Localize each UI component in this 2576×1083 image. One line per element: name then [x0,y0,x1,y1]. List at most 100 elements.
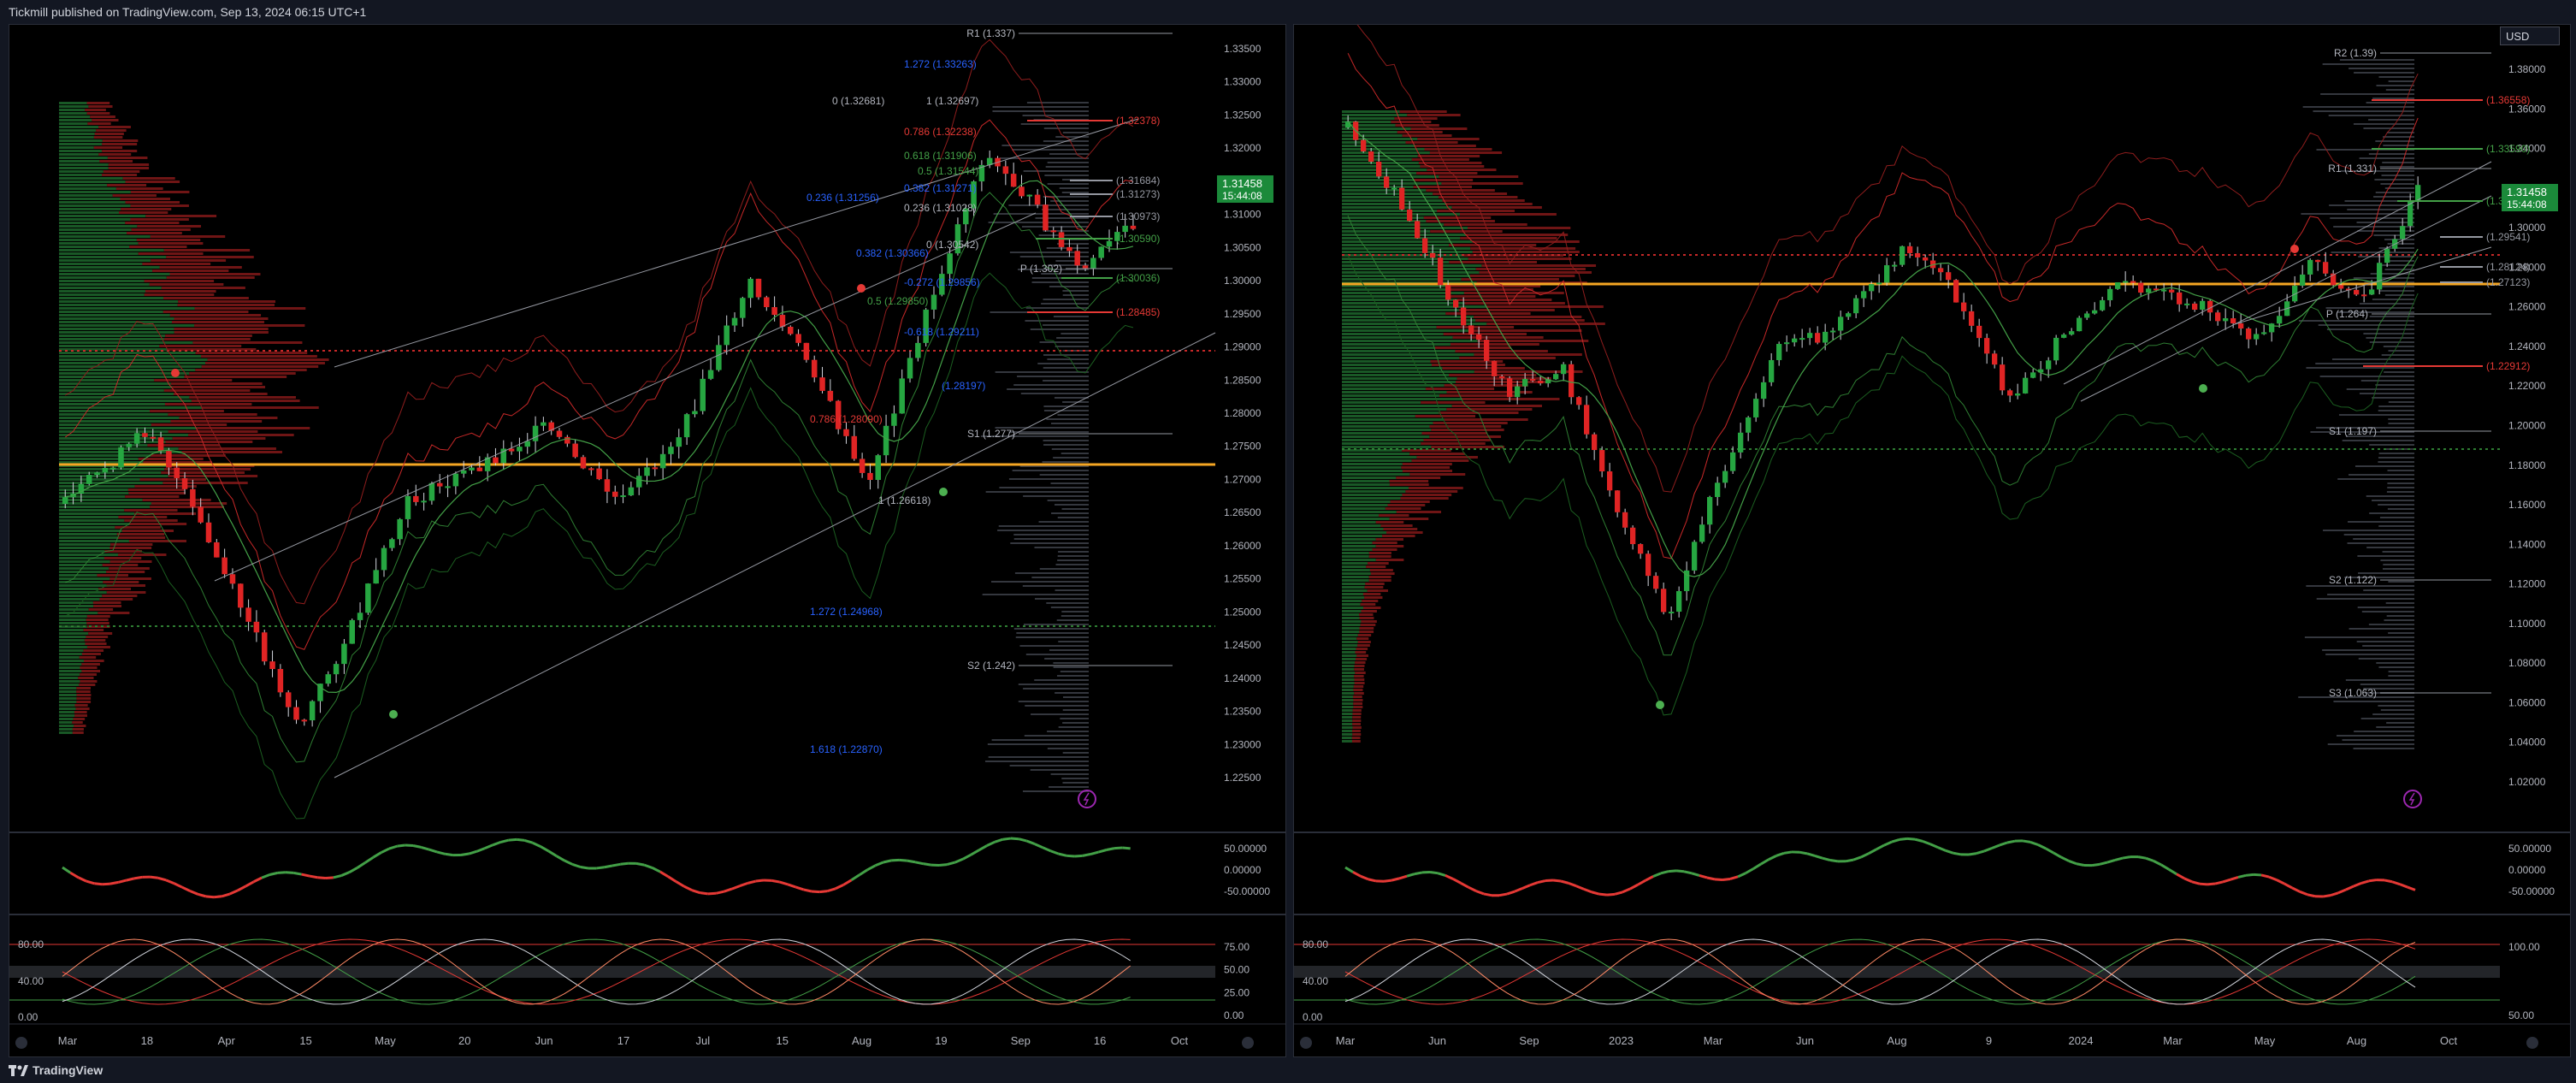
candle-body [1730,452,1736,471]
volume-profile-bar [80,666,97,669]
session-profile-bar [2325,654,2414,655]
volume-profile-bar [98,588,132,590]
oscillator-line [436,850,446,855]
oscillator-line [954,857,964,864]
volume-profile-bar [59,639,85,642]
volume-profile-bar [1448,295,1536,298]
session-profile-bar [2386,615,2414,617]
volume-profile-bar [59,146,94,149]
volume-profile-bar [1342,158,1412,161]
oscillator-line [1906,837,1916,841]
candle-body [1050,230,1057,233]
volume-profile-bar [1417,155,1480,157]
oscillator-line [1575,885,1585,891]
volume-profile-bar [98,153,132,156]
volume-profile-bar [1342,483,1390,486]
volume-profile-bar [59,557,104,559]
volume-profile-bar [81,663,100,666]
candle-body [1645,553,1651,577]
fib-label: -0.618 (1.29211) [904,326,979,338]
oscillator-line [325,876,334,879]
candle-body [205,522,212,542]
volume-profile-bar [1342,593,1363,595]
volume-profile-bar [1342,559,1376,561]
volume-profile-bar [1437,210,1515,212]
volume-profile-bar [59,728,73,731]
oscillator-line [1498,892,1508,897]
volume-profile-bar [81,670,101,672]
oscillator-line [524,838,534,844]
session-profile-bar [2378,457,2414,459]
volume-profile-bar [1355,651,1367,654]
volume-profile-bar [1399,110,1447,113]
oscillator-line [651,867,661,873]
session-profile-bar [2372,713,2414,715]
volume-profile-bar [109,560,152,563]
session-profile-bar [1062,752,1089,754]
volume-profile-bar [1342,381,1456,383]
left-chart-pane[interactable]: 1.335001.330001.325001.320001.315001.310… [9,24,1286,1057]
oscillator-line [2207,882,2216,886]
volume-profile-bar [1446,408,1533,411]
volume-profile-bar [1342,555,1369,558]
session-profile-bar [2362,645,2414,647]
right-chart-pane[interactable]: 1.380001.360001.340001.320001.300001.280… [1293,24,2571,1057]
session-profile-bar [993,213,1089,215]
oscillator-line [1806,852,1816,857]
stoch-neutral-band [1294,966,2500,978]
candle-body [2369,289,2375,295]
session-profile-bar [1055,564,1089,565]
candle-body [1415,221,1421,239]
volume-profile-bar [197,427,310,429]
volume-profile-bar [59,550,105,553]
volume-profile-bar [59,300,179,303]
session-profile-bar [2338,414,2414,416]
volume-profile-bar [1436,326,1515,328]
volume-profile-bar [121,530,174,532]
volume-profile-bar [85,642,107,645]
volume-profile-bar [59,352,196,354]
session-profile-bar [2357,555,2414,557]
session-profile-bar [2366,102,2414,104]
volume-profile-bar [1433,422,1508,424]
volume-profile-bar [1359,617,1374,619]
session-profile-bar [2329,204,2414,206]
volume-profile-bar [1342,459,1412,462]
candle-body [2053,337,2059,361]
trendline [2080,195,2492,402]
session-profile-bar [2369,512,2414,514]
pivot-label: P (1.264) [2326,308,2368,320]
volume-profile-bar [59,218,131,221]
volume-profile-bar [1455,350,1548,352]
oscillator-line [2276,879,2285,885]
moving-average-line [1347,121,2419,577]
volume-profile-bar [194,307,306,310]
price-axis-label: 1.29000 [1224,341,1261,353]
volume-profile-bar [59,680,80,683]
time-axis-label: Mar [58,1034,78,1047]
volume-profile-bar [1342,134,1403,137]
volume-profile-bar [1342,719,1353,722]
volume-profile-bar [59,139,103,142]
volume-profile-bar [59,341,193,344]
candle-body [1923,257,1929,261]
session-profile-bar [1012,149,1089,151]
currency-selector[interactable]: USD [2500,27,2560,45]
oscillator-line [2122,855,2131,860]
session-profile-bar [1041,303,1089,305]
candle-body [2400,226,2406,240]
volume-profile-bar [168,413,257,416]
session-profile-bar [1059,187,1089,189]
right-chart-canvas[interactable]: 1.380001.360001.340001.320001.300001.280… [1294,25,2571,1057]
left-chart-canvas[interactable]: 1.335001.330001.325001.320001.315001.310… [9,25,1286,1057]
volume-profile-bar [74,725,86,727]
candle-body [1784,342,1790,345]
volume-profile-bar [85,109,106,111]
session-profile-bar [2316,598,2414,600]
volume-profile-bar [59,701,77,703]
volume-profile-bar [1342,480,1390,482]
session-profile-bar [2363,333,2414,334]
volume-profile-bar [79,656,97,659]
session-profile-bar [2381,354,2414,356]
oscillator-line [1845,858,1854,863]
